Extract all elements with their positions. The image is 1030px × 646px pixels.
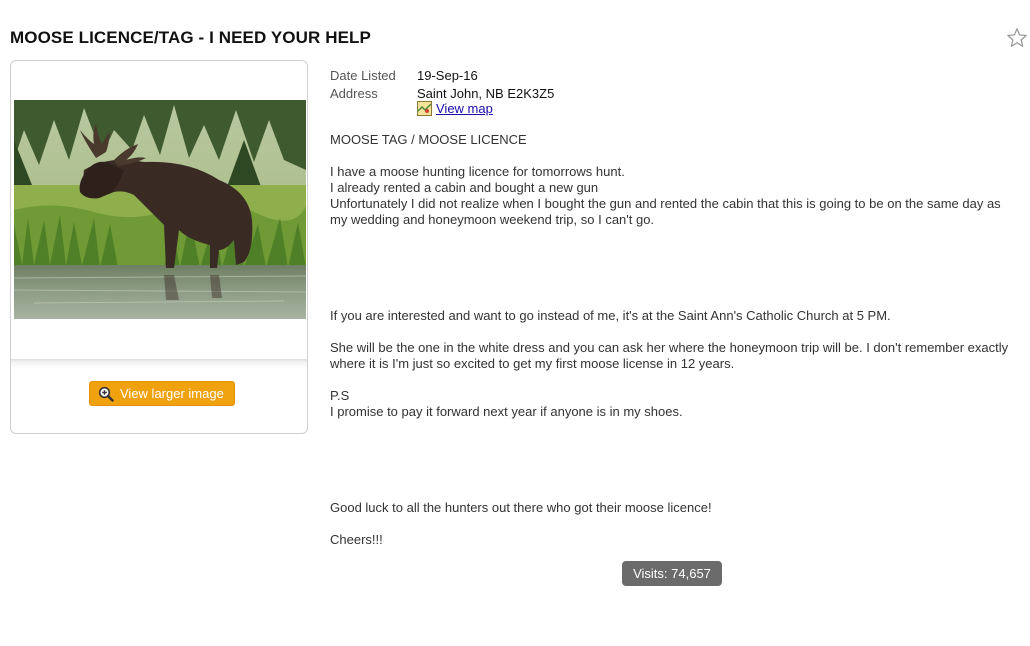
moose-photo[interactable]	[14, 100, 306, 319]
view-larger-image-button[interactable]: View larger image	[89, 381, 235, 406]
address-label: Address	[330, 86, 378, 101]
star-outline-icon[interactable]	[1006, 27, 1028, 49]
description-p5: P.S I promise to pay it forward next yea…	[330, 388, 1020, 420]
view-map-link[interactable]: View map	[436, 101, 493, 116]
description-p2: I have a moose hunting licence for tomor…	[330, 164, 1020, 228]
view-map-row: View map	[417, 101, 493, 116]
magnifier-plus-icon	[98, 386, 114, 402]
description-p6: Good luck to all the hunters out there w…	[330, 500, 712, 515]
description-p4: She will be the one in the white dress a…	[330, 340, 1009, 371]
view-larger-label: View larger image	[120, 386, 224, 401]
visits-badge: Visits: 74,657	[622, 561, 722, 586]
card-divider	[11, 359, 307, 369]
description-p2-line3: Unfortunately I did not realize when I b…	[330, 196, 1001, 227]
map-icon	[417, 101, 432, 116]
date-listed-row: Date Listed 19-Sep-16	[330, 67, 554, 85]
image-card: View larger image	[10, 60, 308, 434]
description-p5-line1: P.S	[330, 388, 350, 403]
description-p5-line2: I promise to pay it forward next year if…	[330, 404, 683, 419]
description-p3: If you are interested and want to go ins…	[330, 308, 891, 323]
description-p1: MOOSE TAG / MOOSE LICENCE	[330, 132, 527, 147]
description-p2-line2: I already rented a cabin and bought a ne…	[330, 180, 599, 195]
listing-meta: Date Listed 19-Sep-16 Address Saint John…	[330, 67, 554, 103]
description-p2-line1: I have a moose hunting licence for tomor…	[330, 164, 625, 179]
date-listed-label: Date Listed	[330, 68, 396, 83]
description-p7: Cheers!!!	[330, 532, 383, 547]
listing-title: MOOSE LICENCE/TAG - I NEED YOUR HELP	[10, 28, 371, 47]
date-listed-value: 19-Sep-16	[417, 68, 478, 83]
